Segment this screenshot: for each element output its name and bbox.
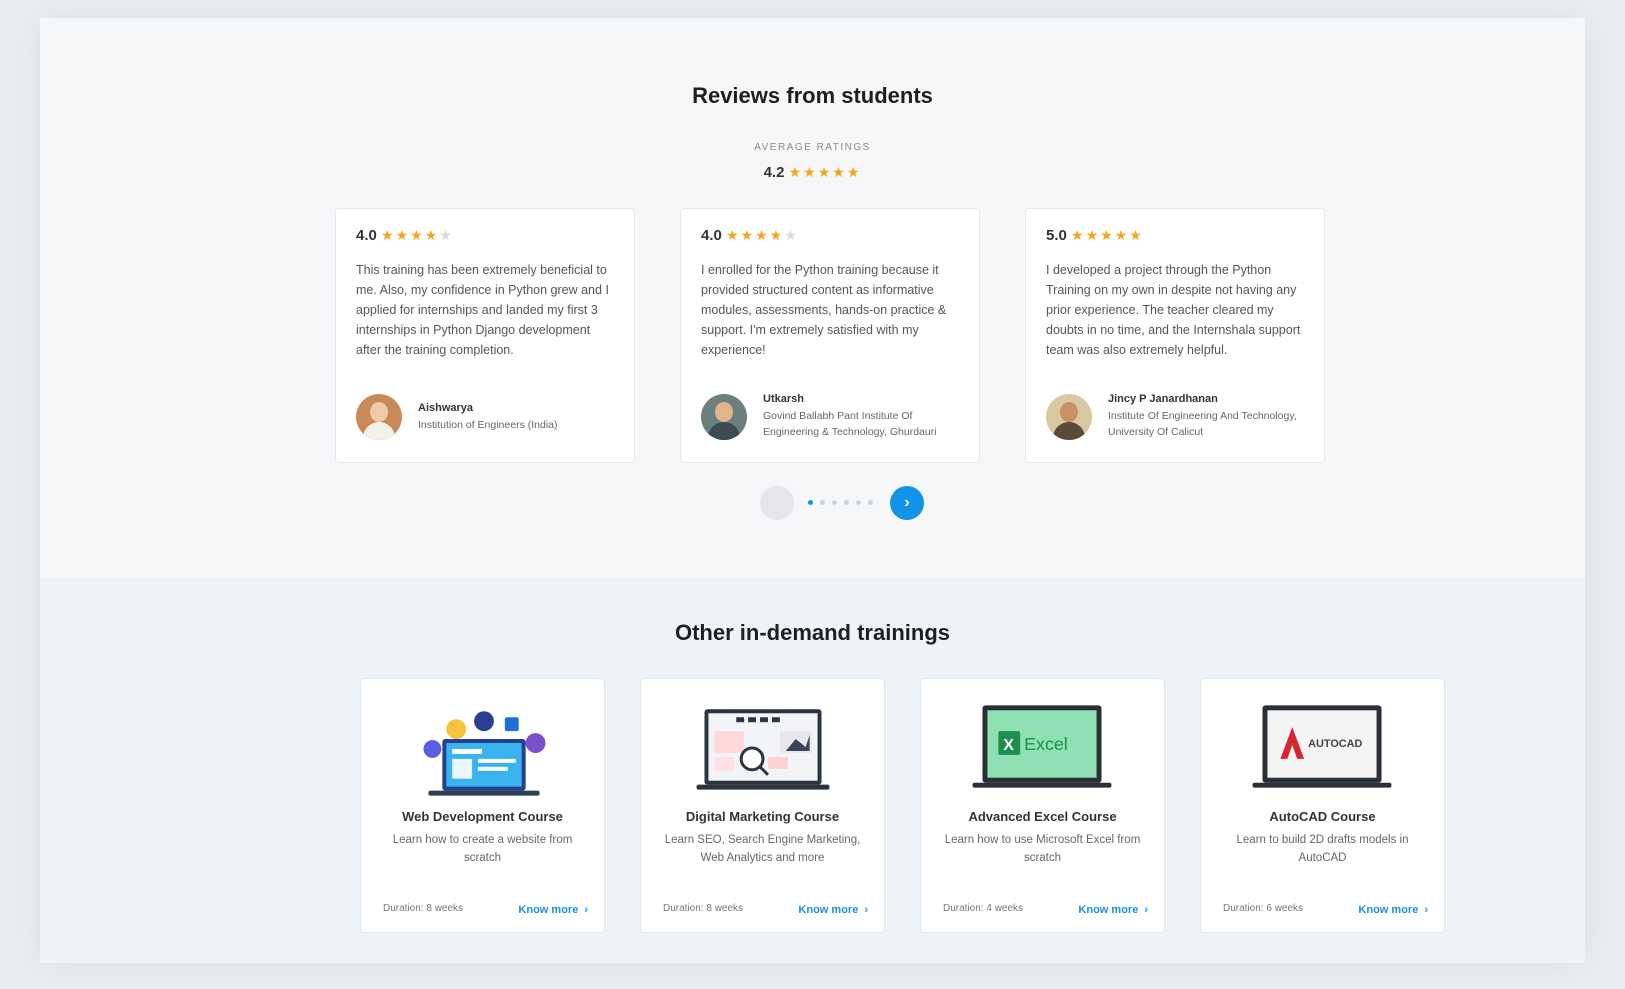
author-institute: Govind Ballabh Pant Institute Of Enginee… <box>763 410 937 438</box>
autocad-label: AUTOCAD <box>1308 738 1362 750</box>
average-rating: 4.2 ★★★★★ <box>40 164 1585 181</box>
know-more-label: Know more <box>798 904 859 916</box>
course-description: Learn how to use Microsoft Excel from sc… <box>944 834 1141 864</box>
review-rating-value: 4.0 <box>356 227 377 244</box>
review-rating-value: 4.0 <box>701 227 722 244</box>
review-card: 4.0 ★★★★★ I enrolled for the Python trai… <box>680 208 980 463</box>
carousel-dots <box>808 500 873 505</box>
excel-laptop-icon: X Excel <box>972 705 1112 788</box>
avatar-head <box>370 402 388 422</box>
star-empty-icon: ★ <box>439 227 454 243</box>
course-name: Digital Marketing Course <box>685 809 840 824</box>
review-text: I developed a project through the Python… <box>1046 263 1301 357</box>
avatar-head <box>1060 401 1078 422</box>
average-rating-stars-icon: ★★★★★ <box>788 164 862 180</box>
course-description: Learn how to create a website from scrat… <box>392 834 573 864</box>
star-empty-icon: ★ <box>784 227 799 243</box>
author-name: Jincy P Janardhanan <box>1108 393 1218 405</box>
know-more-link[interactable]: Know more › <box>1078 904 1148 916</box>
course-duration: Duration: 6 weeks <box>1223 903 1304 914</box>
author-name: Utkarsh <box>763 393 804 405</box>
review-text: I enrolled for the Python training becau… <box>701 263 947 357</box>
avatar-body <box>1053 421 1085 440</box>
author-name: Aishwarya <box>418 401 474 414</box>
know-more-label: Know more <box>1358 904 1419 916</box>
carousel-dot[interactable] <box>868 500 873 505</box>
course-name: Advanced Excel Course <box>968 809 1117 824</box>
carousel-dot[interactable] <box>844 500 849 505</box>
chevron-right-icon: › <box>584 904 588 916</box>
avatar <box>356 394 402 440</box>
page: Reviews from students AVERAGE RATINGS 4.… <box>40 18 1585 963</box>
course-card-web-development[interactable]: Web Development Course Learn how to crea… <box>360 678 605 933</box>
carousel-dot[interactable] <box>808 500 813 505</box>
chevron-right-icon: › <box>904 494 910 511</box>
avatar-head <box>715 401 733 422</box>
review-rating-value: 5.0 <box>1046 227 1067 244</box>
review-card: 5.0 ★★★★★ I developed a project through … <box>1025 208 1325 463</box>
review-author: Aishwarya Institution of Engineers (Indi… <box>356 394 618 440</box>
reviews-section: Reviews from students AVERAGE RATINGS 4.… <box>40 18 1585 578</box>
course-name: Web Development Course <box>402 809 563 824</box>
course-name: AutoCAD Course <box>1269 809 1376 824</box>
author-institute: Institute Of Engineering And Technology,… <box>1108 410 1297 438</box>
review-card: 4.0 ★★★★★ This training has been extreme… <box>335 208 635 463</box>
trainings-title: Other in-demand trainings <box>674 620 951 645</box>
review-rating: 4.0 ★★★★★ <box>701 227 959 244</box>
know-more-label: Know more <box>1078 904 1139 916</box>
svg-text:X: X <box>1003 737 1014 754</box>
carousel-next-button[interactable]: › <box>890 486 924 520</box>
autocad-laptop-icon: AUTOCAD <box>1252 705 1392 788</box>
author-institute: Institution of Engineers (India) <box>418 418 558 431</box>
average-ratings-label: AVERAGE RATINGS <box>754 142 871 153</box>
avatar <box>701 393 747 440</box>
avatar <box>1046 393 1092 440</box>
star-icon: ★★★★★ <box>1071 227 1144 243</box>
review-rating: 5.0 ★★★★★ <box>1046 227 1304 244</box>
chevron-right-icon: › <box>864 904 868 916</box>
avatar-body <box>708 421 740 440</box>
star-icon: ★★★★ <box>726 227 785 243</box>
know-more-link[interactable]: Know more › <box>1358 904 1428 916</box>
excel-label: Excel <box>1024 734 1068 754</box>
carousel-dot[interactable] <box>856 500 861 505</box>
review-text: This training has been extremely benefic… <box>356 263 609 357</box>
carousel-dot[interactable] <box>820 500 825 505</box>
carousel-dot[interactable] <box>832 500 837 505</box>
carousel-prev-button[interactable] <box>760 486 794 520</box>
know-more-label: Know more <box>518 904 579 916</box>
reviews-title: Reviews from students <box>692 83 933 108</box>
chevron-right-icon: › <box>1424 904 1428 916</box>
review-author: Utkarsh Govind Ballabh Pant Institute Of… <box>701 393 963 440</box>
course-card-advanced-excel[interactable]: X Excel Advanced Excel Course Learn how … <box>920 678 1165 933</box>
course-card-digital-marketing[interactable]: Digital Marketing Course Learn SEO, Sear… <box>640 678 885 933</box>
trainings-section: Other in-demand trainings Web Developmen… <box>40 578 1585 963</box>
star-icon: ★★★★ <box>381 227 440 243</box>
average-rating-value: 4.2 <box>763 164 785 181</box>
marketing-dashboard-icon <box>696 709 830 790</box>
know-more-link[interactable]: Know more › <box>798 904 868 916</box>
know-more-link[interactable]: Know more › <box>518 904 588 916</box>
review-rating: 4.0 ★★★★★ <box>356 227 614 244</box>
course-duration: Duration: 4 weeks <box>943 903 1024 914</box>
course-duration: Duration: 8 weeks <box>383 903 464 914</box>
course-description: Learn to build 2D drafts models in AutoC… <box>1236 834 1409 864</box>
chevron-right-icon: › <box>1144 904 1148 916</box>
course-description: Learn SEO, Search Engine Marketing, Web … <box>664 834 861 864</box>
course-card-autocad[interactable]: AUTOCAD AutoCAD Course Learn to build 2D… <box>1200 678 1445 933</box>
review-author: Jincy P Janardhanan Institute Of Enginee… <box>1046 393 1308 440</box>
avatar-body <box>363 422 395 440</box>
reviews-carousel-controls: › <box>40 486 1585 526</box>
laptop-web-icon <box>423 711 546 796</box>
course-duration: Duration: 8 weeks <box>663 903 744 914</box>
